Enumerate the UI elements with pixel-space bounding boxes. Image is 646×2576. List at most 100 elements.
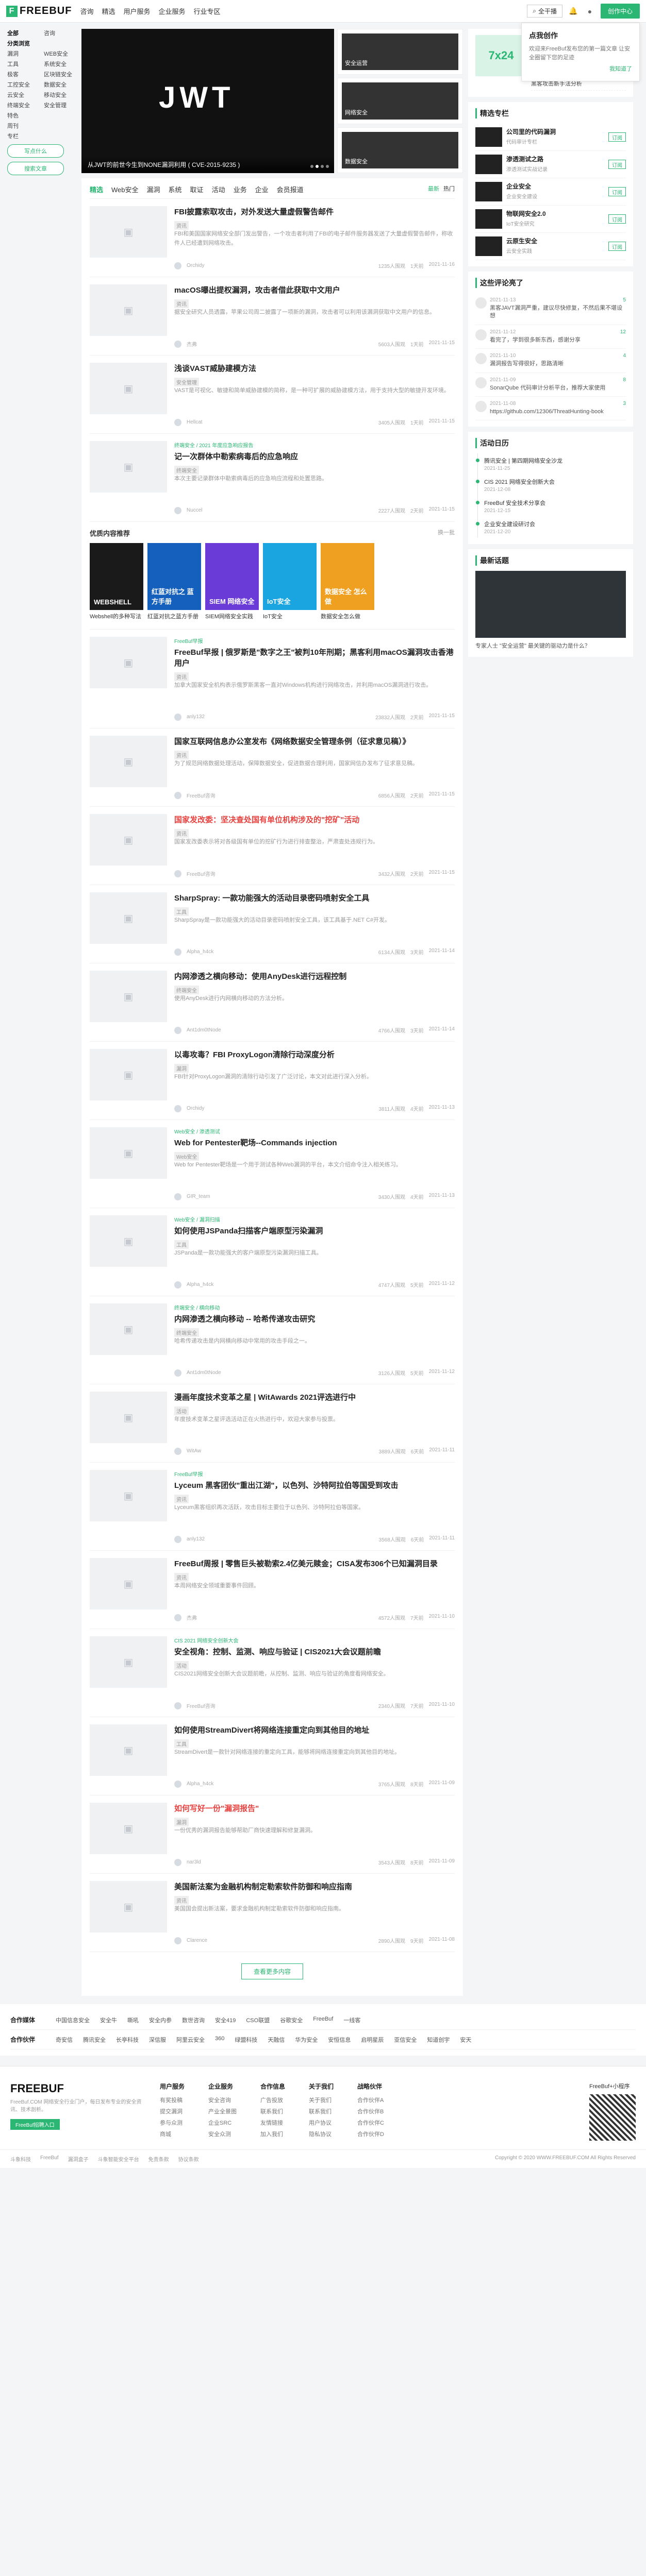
partner-link[interactable]: 腾讯安全 (83, 2036, 106, 2044)
article-item[interactable]: ▣ 终端安全 / 2021 年度应急响应报告 记一次群体中勒索病毒后的应急响应 终端安… (90, 434, 455, 522)
article-thumbnail[interactable]: ▣ (90, 1303, 167, 1355)
article-item[interactable]: ▣ 浅谈VAST威胁建模方法 安全管理 VAST是可视化、敏捷和简单威胁建模的简称，是… (90, 355, 455, 434)
media-link[interactable]: 一线客 (343, 2016, 360, 2024)
comment-item[interactable]: 2021-11-12 12 看完了，学到很多新东西，感谢分享 (475, 325, 626, 349)
article-tag[interactable]: 终端安全 (174, 466, 199, 474)
book-cover[interactable]: 红蓝对抗之 蓝方手册 (147, 543, 201, 610)
category-link[interactable] (44, 111, 77, 120)
article-thumbnail[interactable]: ▣ (90, 736, 167, 788)
article-title[interactable]: FreeBuf早报 | 俄罗斯是"数字之王"被判10年刑期；黑客利用macOS漏… (174, 647, 455, 668)
category-link[interactable]: 专栏 (7, 132, 41, 140)
category-link[interactable]: 特色 (7, 111, 41, 120)
activity-title[interactable]: 腾讯安全 | 第四期网络安全沙龙 (484, 456, 626, 465)
category-link[interactable]: 周刊 (7, 122, 41, 130)
partner-link[interactable]: 奇安信 (56, 2036, 73, 2044)
sort-hot[interactable]: 热门 (443, 184, 455, 194)
article-tag[interactable]: 资讯 (174, 672, 189, 682)
comment-text[interactable]: 漏洞报告写得很好，思路清晰 (490, 360, 626, 368)
column-title[interactable]: 云原生安全 (506, 236, 604, 245)
article-title[interactable]: SharpSpray: 一款功能强大的活动目录密码喷射安全工具 (174, 892, 455, 903)
category-link[interactable]: 终端安全 (7, 101, 41, 109)
article-thumbnail[interactable]: ▣ (90, 363, 167, 414)
create-button[interactable]: 创作中心 (600, 4, 640, 19)
article-thumbnail[interactable]: ▣ (90, 1049, 167, 1101)
article-thumbnail[interactable]: ▣ (90, 1215, 167, 1267)
footer-link[interactable]: 合作伙伴C (357, 2119, 384, 2127)
article-thumbnail[interactable]: ▣ (90, 1803, 167, 1855)
book-cover[interactable]: IoT安全 (263, 543, 317, 610)
copyright-link[interactable]: 斗象科技 (10, 2155, 31, 2163)
footer-link[interactable]: 加入我们 (260, 2130, 285, 2138)
author-avatar[interactable] (174, 791, 181, 799)
activity-title[interactable]: 企业安全建设研讨会 (484, 520, 626, 528)
article-tag[interactable]: 资讯 (174, 1896, 189, 1905)
media-link[interactable]: 中国信息安全 (56, 2016, 90, 2024)
article-tag[interactable]: 工具 (174, 1739, 189, 1749)
article-tag[interactable]: 终端安全 (174, 1328, 199, 1337)
article-title[interactable]: 以毒攻毒？FBI ProxyLogon清除行动深度分析 (174, 1049, 455, 1060)
article-tag[interactable]: 活动 (174, 1406, 189, 1416)
author-name[interactable]: anly132 (187, 1536, 205, 1542)
nav-item[interactable]: 用户服务 (123, 6, 150, 16)
partner-link[interactable]: 长亭科技 (116, 2036, 139, 2044)
tab-0[interactable]: 精选 (90, 184, 103, 194)
article-item[interactable]: ▣ 内网渗透之横向移动：使用AnyDesk进行远程控制 终端安全 使用AnyDesk进… (90, 963, 455, 1042)
like-count[interactable]: 8 (623, 377, 626, 383)
book-cover[interactable]: SIEM 网络安全 (205, 543, 259, 610)
article-tag[interactable]: 安全管理 (174, 378, 199, 386)
article-item[interactable]: ▣ FreeBuf周报 | 零售巨头被勒索2.4亿美元赎金；CISA发布306个已… (90, 1551, 455, 1630)
load-more-button[interactable]: 查看更多内容 (241, 1963, 303, 1980)
category-link[interactable]: 系统安全 (44, 60, 77, 68)
tab-3[interactable]: 系统 (169, 184, 182, 194)
author-avatar[interactable] (174, 262, 181, 269)
tab-2[interactable]: 漏洞 (147, 184, 160, 194)
commenter-avatar[interactable] (475, 297, 487, 309)
column-item[interactable]: 企业安全 企业安全建设 订阅 (475, 178, 626, 206)
tab-6[interactable]: 业务 (234, 184, 247, 194)
article-item[interactable]: ▣ 美国新法案为金融机构制定勒索软件防御和响应指南 资讯 美国国会提出新法案，要求金融… (90, 1874, 455, 1953)
article-title[interactable]: 如何使用StreamDivert将网络连接重定向到其他目的地址 (174, 1724, 455, 1735)
author-name[interactable]: FreeBuf咨询 (187, 791, 216, 799)
bell-icon[interactable]: 🔔 (568, 6, 579, 17)
article-thumbnail[interactable]: ▣ (90, 1470, 167, 1522)
commenter-avatar[interactable] (475, 377, 487, 388)
article-item[interactable]: ▣ 漫画年度技术变革之星 | WitAwards 2021评选进行中 活动 年度技术变… (90, 1384, 455, 1463)
category-link[interactable]: 分类浏览 (7, 39, 41, 47)
article-title[interactable]: 国家发改委：坚决查处国有单位机构涉及的"挖矿"活动 (174, 814, 455, 825)
category-link[interactable]: 数据安全 (44, 80, 77, 89)
copyright-link[interactable]: FreeBuf (40, 2155, 59, 2163)
article-item[interactable]: ▣ FBI披露索取攻击，对外发送大量虚假警告邮件 资讯 FBI和美国国家网络安全部门发… (90, 199, 455, 277)
author-avatar[interactable] (174, 1193, 181, 1200)
comment-text[interactable]: https://github.com/12306/ThreatHunting-b… (490, 408, 626, 416)
footer-link[interactable]: 商城 (160, 2130, 185, 2138)
article-item[interactable]: ▣ 以毒攻毒？FBI ProxyLogon清除行动深度分析 漏洞 FBI针对Proxy… (90, 1042, 455, 1121)
article-title[interactable]: 记一次群体中勒索病毒后的应急响应 (174, 451, 455, 462)
nav-item[interactable]: 企业服务 (159, 6, 186, 16)
tab-8[interactable]: 会员报道 (277, 184, 304, 194)
article-item[interactable]: ▣ 如何使用StreamDivert将网络连接重定向到其他目的地址 工具 Stream… (90, 1717, 455, 1796)
category-link[interactable]: 极客 (7, 70, 41, 78)
category-link[interactable]: 云安全 (7, 91, 41, 99)
article-thumbnail[interactable]: ▣ (90, 971, 167, 1023)
activity-item[interactable]: FreeBuf 安全技术分享会 2021-12-15 (476, 496, 626, 517)
write-button[interactable]: 写点什么 (7, 144, 64, 158)
author-name[interactable]: WitAw (187, 1448, 201, 1454)
category-link[interactable]: 全部 (7, 29, 41, 37)
article-tag[interactable]: 活动 (174, 1661, 189, 1670)
copyright-link[interactable]: 协议条款 (178, 2155, 199, 2163)
column-title[interactable]: 公司里的代码漏洞 (506, 127, 604, 136)
commenter-avatar[interactable] (475, 400, 487, 412)
author-avatar[interactable] (174, 713, 181, 721)
book-card[interactable]: IoT安全 IoT安全 (263, 543, 317, 621)
footer-link[interactable]: 联系我们 (260, 2107, 285, 2115)
comment-item[interactable]: 2021-11-09 8 SonarQube 代码审计分析平台，推荐大家使用 (475, 373, 626, 397)
author-name[interactable]: Ant1dm0tNode (187, 1027, 221, 1033)
article-tag[interactable]: 工具 (174, 907, 189, 917)
footer-link[interactable]: 联系我们 (309, 2107, 334, 2115)
like-count[interactable]: 12 (620, 329, 626, 335)
side-card[interactable]: 数据安全 (337, 127, 463, 173)
category-link[interactable]: 工具 (7, 60, 41, 68)
author-name[interactable]: Alpha_h4ck (187, 1282, 213, 1287)
book-name[interactable]: SIEM网络安全实践 (205, 613, 259, 621)
column-image[interactable] (475, 236, 502, 256)
